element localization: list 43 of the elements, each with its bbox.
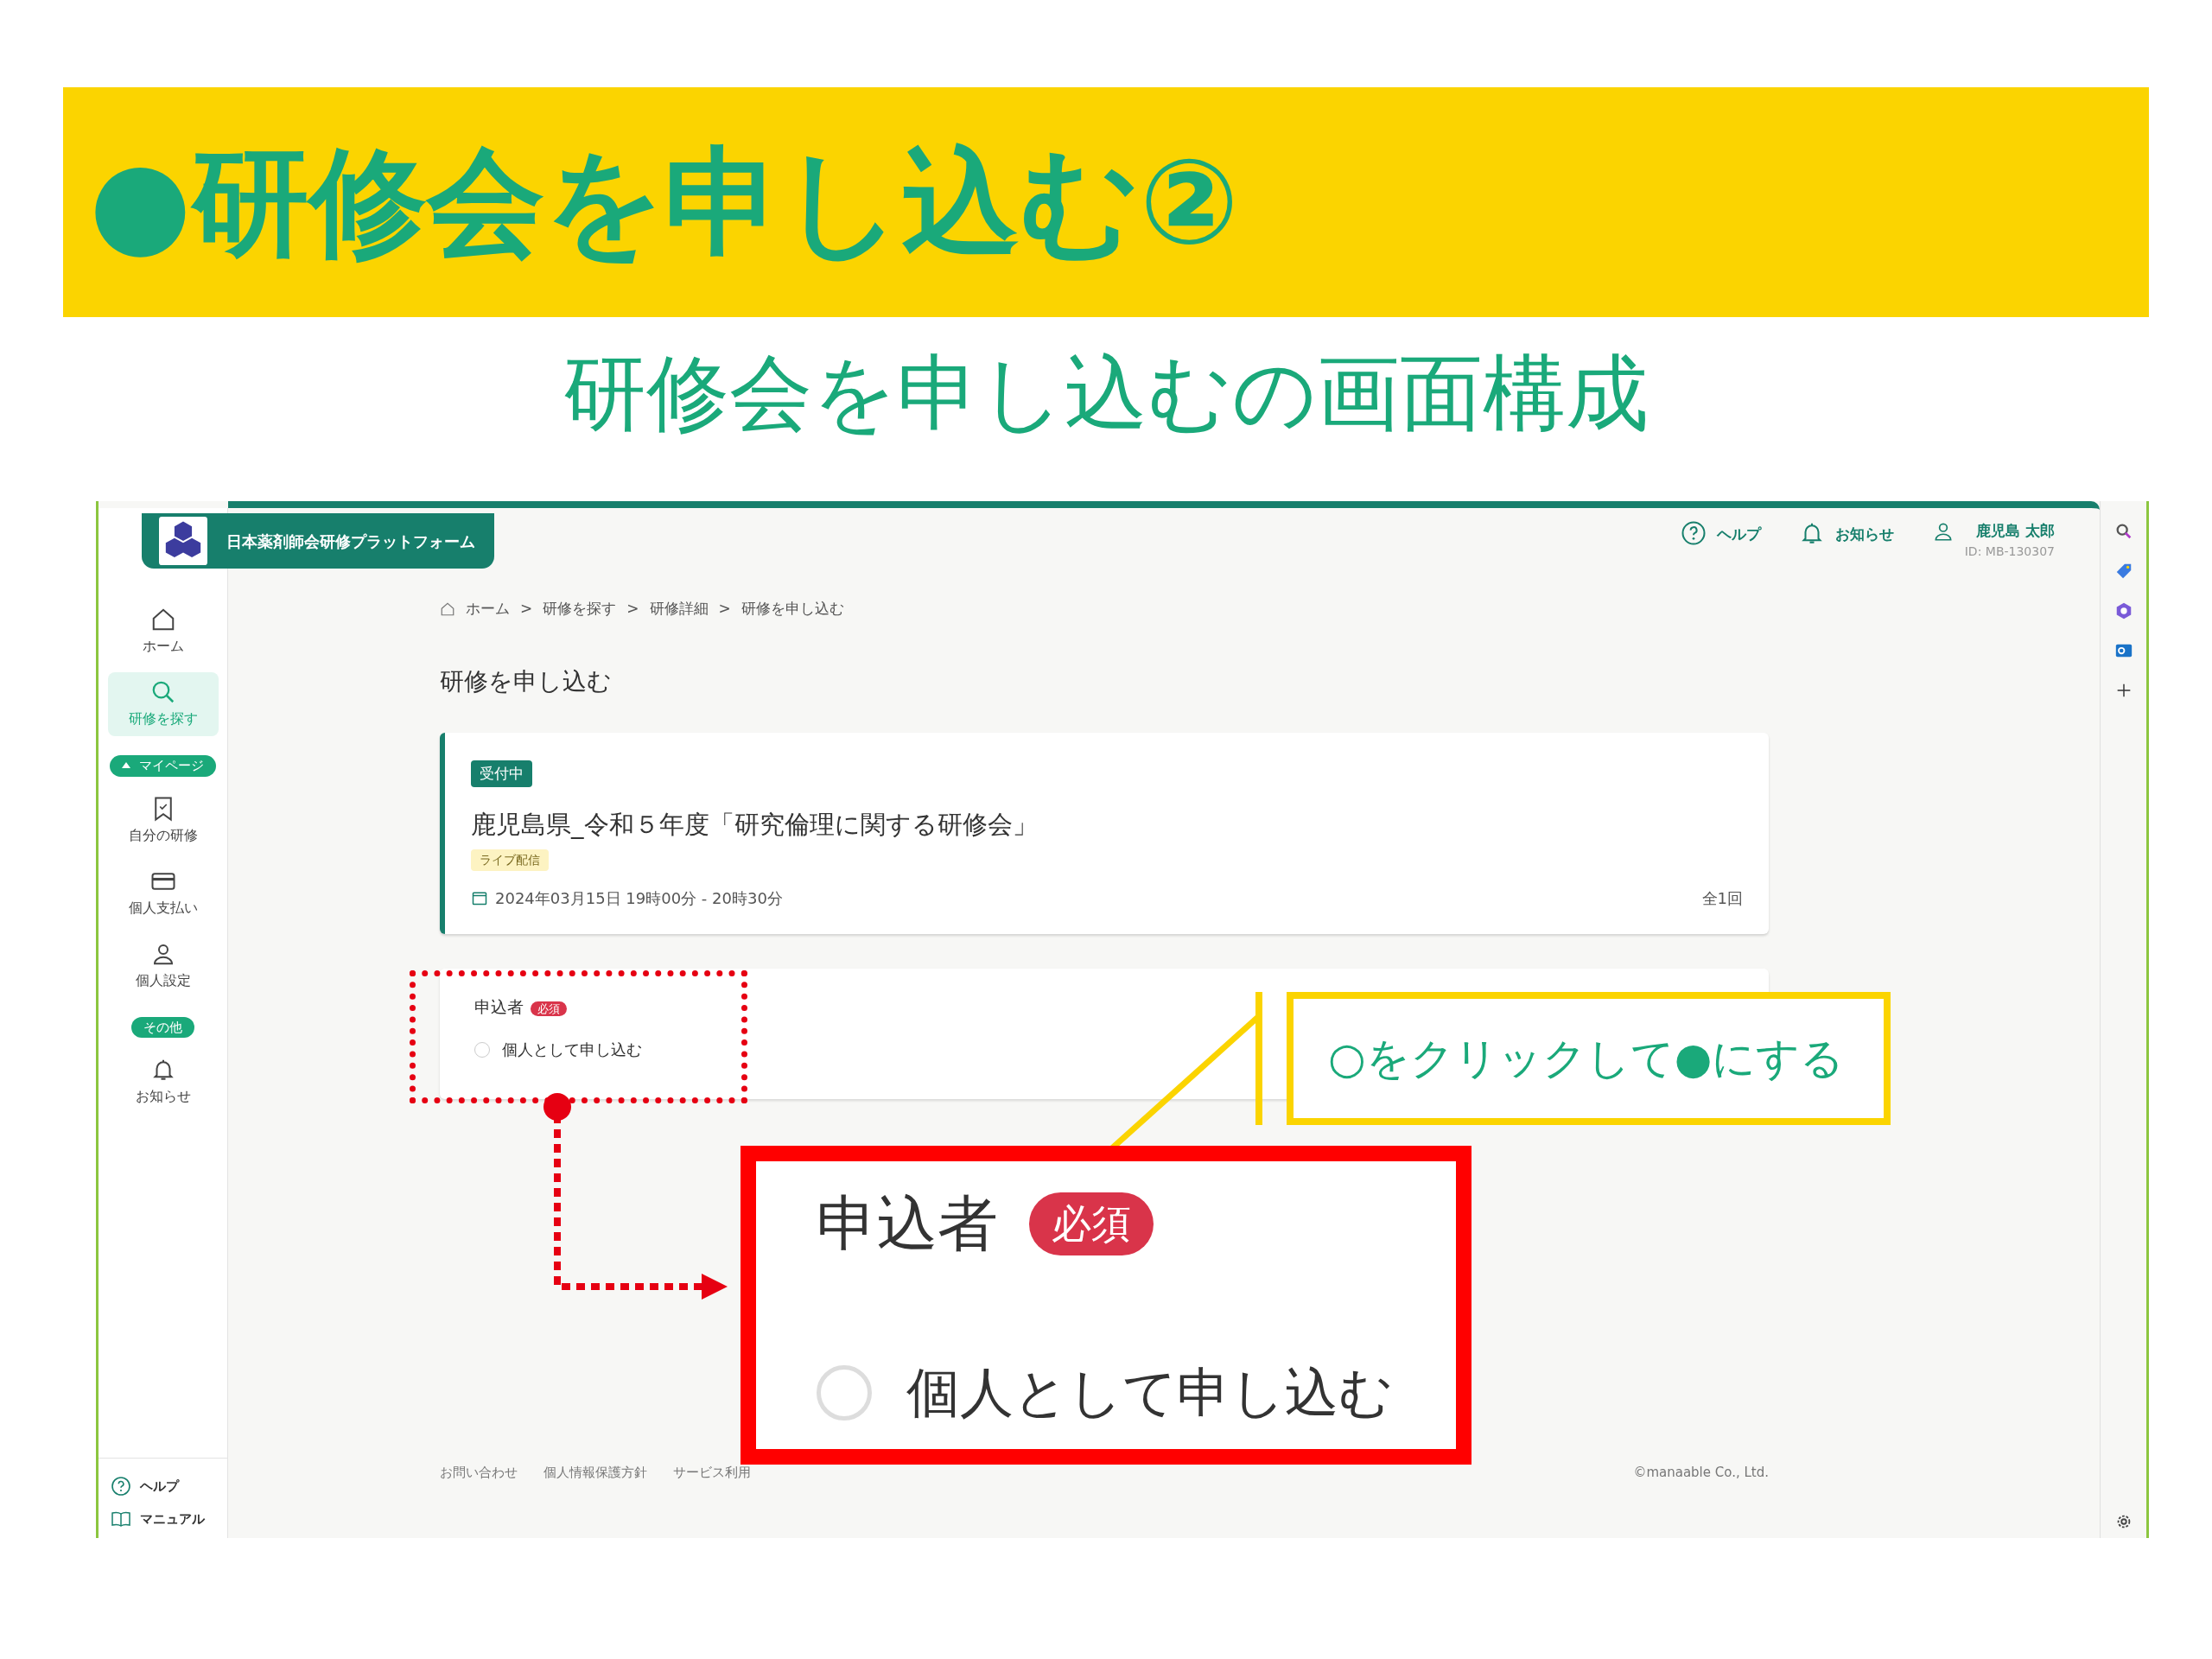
user-id: ID: MB-130307 bbox=[1964, 543, 2055, 560]
footer-link[interactable]: サービス利用 bbox=[673, 1463, 751, 1483]
required-badge: 必須 bbox=[531, 1001, 567, 1016]
course-datetime: 2024年03月15日 19時00分 - 20時30分 bbox=[495, 887, 783, 909]
logo-icon bbox=[159, 517, 207, 565]
sidebar-item[interactable]: お知らせ bbox=[107, 1050, 219, 1114]
footer-link[interactable]: 個人情報保護方針 bbox=[543, 1463, 647, 1483]
page-title: 研修を申し込む bbox=[440, 665, 613, 697]
sidebar-item[interactable]: 自分の研修 bbox=[107, 788, 219, 853]
header-link[interactable]: ヘルプ bbox=[1680, 520, 1761, 598]
brand-name: 日本薬剤師会研修プラットフォーム bbox=[226, 531, 475, 552]
field-label: 申込者 bbox=[817, 1187, 998, 1261]
sidebar-item[interactable]: ホーム bbox=[107, 600, 219, 664]
breadcrumb-link[interactable]: 研修を申し込む bbox=[741, 598, 844, 620]
field-label: 申込者 bbox=[474, 996, 524, 1016]
header-link[interactable]: お知らせ bbox=[1798, 520, 1894, 598]
copyright: ©manaable Co., Ltd. bbox=[1633, 1464, 1769, 1482]
course-title: 鹿児島県_令和５年度「研究倫理に関する研修会」 bbox=[471, 809, 1039, 841]
delivery-tag: ライブ配信 bbox=[471, 849, 549, 871]
breadcrumb-link[interactable]: 研修を探す bbox=[543, 598, 617, 620]
sidebar-item[interactable]: 個人設定 bbox=[107, 933, 219, 998]
breadcrumb-separator: > bbox=[626, 599, 639, 619]
callout-box: ○をクリックして●にする bbox=[1287, 992, 1891, 1125]
calendar-icon bbox=[471, 889, 488, 906]
user-name[interactable]: 鹿児島 太郎 bbox=[1976, 520, 2055, 543]
help-icon bbox=[1680, 520, 1707, 546]
help-icon bbox=[111, 1476, 131, 1497]
session-count: 全1回 bbox=[1701, 887, 1743, 909]
status-badge: 受付中 bbox=[471, 760, 532, 787]
sidebar-item[interactable]: 個人支払い bbox=[107, 861, 219, 925]
radio-label[interactable]: 個人として申し込む bbox=[502, 1038, 642, 1061]
radio-label[interactable]: 個人として申し込む bbox=[906, 1352, 1393, 1433]
breadcrumb-link[interactable]: 研修詳細 bbox=[649, 598, 709, 620]
required-badge: 必須 bbox=[1029, 1192, 1154, 1255]
sidebar-footer-link[interactable]: ヘルプ bbox=[111, 1476, 227, 1497]
sidebar-footer-link[interactable]: マニュアル bbox=[111, 1509, 227, 1529]
footer-link[interactable]: お問い合わせ bbox=[440, 1463, 518, 1483]
breadcrumb-separator: > bbox=[718, 599, 731, 619]
breadcrumb-link[interactable]: ホーム bbox=[466, 598, 510, 620]
slide-subtitle: 研修会を申し込むの画面構成 bbox=[563, 346, 1649, 442]
home-icon bbox=[440, 601, 455, 617]
radio-button[interactable] bbox=[817, 1364, 872, 1421]
breadcrumb-separator: > bbox=[520, 599, 533, 619]
